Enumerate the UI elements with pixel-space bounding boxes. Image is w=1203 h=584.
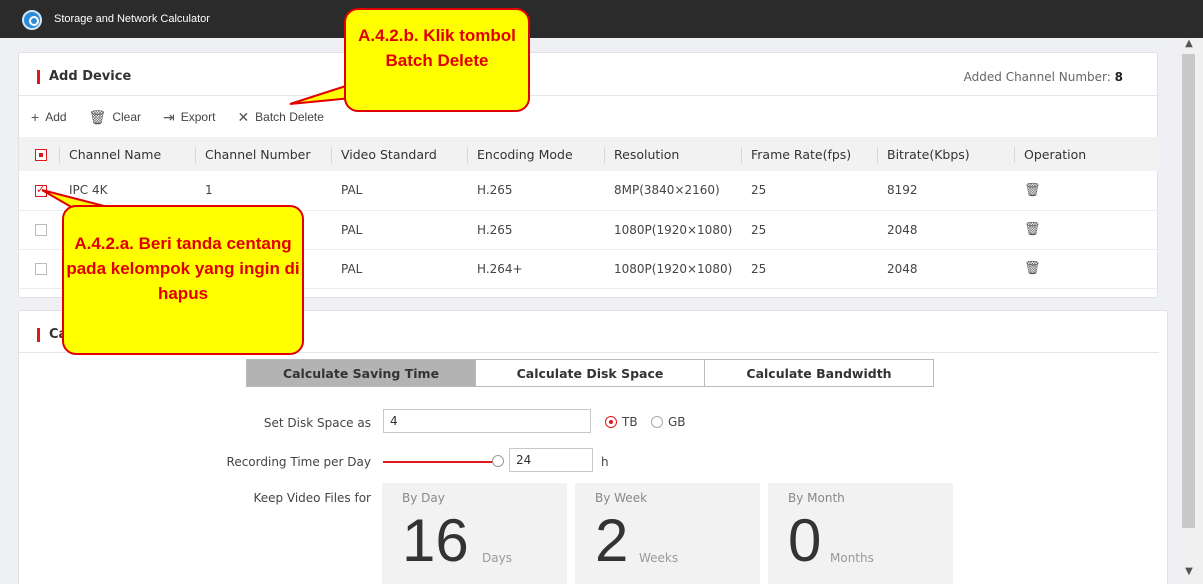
card-label: By Week <box>595 491 648 505</box>
by-week-card: By Week 2 Weeks <box>575 483 760 584</box>
recording-time-label: Recording Time per Day <box>226 455 371 469</box>
unit-tb-radio[interactable]: TB <box>605 415 638 429</box>
batch-delete-label: Batch Delete <box>255 110 324 124</box>
table-header-row: Channel Name Channel Number Video Standa… <box>19 137 1159 171</box>
frame-rate-cell: 25 <box>741 171 877 211</box>
added-channel-counter: Added Channel Number: 8 <box>964 70 1123 84</box>
card-unit: Days <box>482 551 512 565</box>
column-header: Frame Rate(fps) <box>741 137 877 171</box>
trash-icon: 🗑 <box>88 108 107 125</box>
encoding-mode-cell: H.265 <box>467 210 604 250</box>
plus-icon: + <box>31 109 40 125</box>
row-checkbox[interactable] <box>35 183 47 197</box>
column-header: Channel Number <box>195 137 331 171</box>
card-value: 16 <box>402 507 469 574</box>
video-standard-cell: PAL <box>331 210 467 250</box>
card-unit: Months <box>830 551 874 565</box>
added-channel-label: Added Channel Number: <box>963 70 1111 84</box>
scroll-up-icon[interactable]: ▲ <box>1181 38 1197 52</box>
column-header: Bitrate(Kbps) <box>877 137 1014 171</box>
clear-button[interactable]: 🗑 Clear <box>89 109 141 125</box>
tab-calculate-saving-time[interactable]: Calculate Saving Time <box>246 359 476 387</box>
calculator-tabs: Calculate Saving Time Calculate Disk Spa… <box>246 359 934 387</box>
row-checkbox[interactable] <box>35 224 47 236</box>
add-button[interactable]: + Add <box>31 109 67 125</box>
radio-unselected-icon <box>651 416 663 428</box>
slider-handle[interactable] <box>492 455 504 467</box>
frame-rate-cell: 25 <box>741 249 877 289</box>
card-value: 0 <box>788 507 822 574</box>
radio-selected-icon <box>605 416 617 428</box>
export-label: Export <box>180 110 216 124</box>
by-day-card: By Day 16 Days <box>382 483 567 584</box>
section-marker <box>37 70 40 84</box>
section-title-add-device: Add Device <box>49 69 132 84</box>
delete-row-icon[interactable]: 🗑 <box>1024 183 1041 198</box>
delete-row-icon[interactable]: 🗑 <box>1024 261 1041 276</box>
disk-space-label: Set Disk Space as <box>263 416 371 430</box>
card-unit: Weeks <box>639 551 679 565</box>
encoding-mode-cell: H.264+ <box>467 249 604 289</box>
resolution-cell: 1080P(1920×1080) <box>604 249 741 289</box>
select-all-cell <box>19 137 59 171</box>
column-header: Resolution <box>604 137 741 171</box>
card-value: 2 <box>595 507 629 574</box>
hours-unit-label: h <box>601 455 609 469</box>
add-label: Add <box>45 110 67 124</box>
recording-time-slider[interactable] <box>383 461 493 463</box>
frame-rate-cell: 25 <box>741 210 877 250</box>
window-title: Storage and Network Calculator <box>54 13 210 25</box>
card-label: By Month <box>788 491 845 505</box>
delete-row-icon[interactable]: 🗑 <box>1024 222 1041 237</box>
app-logo-icon <box>22 10 42 30</box>
video-standard-cell: PAL <box>331 171 467 211</box>
clear-label: Clear <box>112 110 142 124</box>
export-button[interactable]: ⇥ Export <box>163 109 215 125</box>
callout-batch-delete: A.4.2.b. Klik tombol Batch Delete <box>344 8 530 112</box>
tab-calculate-disk-space[interactable]: Calculate Disk Space <box>475 359 705 387</box>
unit-tb-label: TB <box>622 415 638 429</box>
device-toolbar: + Add 🗑 Clear ⇥ Export ✕ Batch Delete <box>31 109 324 126</box>
column-header: Channel Name <box>59 137 195 171</box>
video-standard-cell: PAL <box>331 249 467 289</box>
close-icon: ✕ <box>237 108 250 125</box>
column-header: Encoding Mode <box>467 137 604 171</box>
card-label: By Day <box>402 491 445 505</box>
unit-gb-label: GB <box>668 415 686 429</box>
title-bar: Storage and Network Calculator <box>0 0 1203 38</box>
recording-time-input[interactable]: 24 <box>509 448 593 472</box>
scrollbar-thumb[interactable] <box>1182 54 1195 528</box>
disk-space-input[interactable]: 4 <box>383 409 591 433</box>
batch-delete-button[interactable]: ✕ Batch Delete <box>237 109 323 125</box>
column-header: Operation <box>1014 137 1159 171</box>
encoding-mode-cell: H.265 <box>467 171 604 211</box>
callout-select-rows: A.4.2.a. Beri tanda centang pada kelompo… <box>62 205 304 355</box>
select-all-checkbox[interactable] <box>35 149 47 161</box>
resolution-cell: 1080P(1920×1080) <box>604 210 741 250</box>
bitrate-cell: 2048 <box>877 210 1014 250</box>
keep-video-label: Keep Video Files for <box>253 491 371 505</box>
unit-gb-radio[interactable]: GB <box>651 415 686 429</box>
by-month-card: By Month 0 Months <box>768 483 953 584</box>
bitrate-cell: 2048 <box>877 249 1014 289</box>
tab-calculate-bandwidth[interactable]: Calculate Bandwidth <box>704 359 934 387</box>
export-icon: ⇥ <box>163 108 175 125</box>
section-marker <box>37 328 40 342</box>
scroll-down-icon[interactable]: ▼ <box>1181 566 1197 580</box>
resolution-cell: 8MP(3840×2160) <box>604 171 741 211</box>
divider <box>19 95 1159 96</box>
column-header: Video Standard <box>331 137 467 171</box>
added-channel-count: 8 <box>1114 70 1123 84</box>
row-checkbox[interactable] <box>35 263 47 275</box>
bitrate-cell: 8192 <box>877 171 1014 211</box>
